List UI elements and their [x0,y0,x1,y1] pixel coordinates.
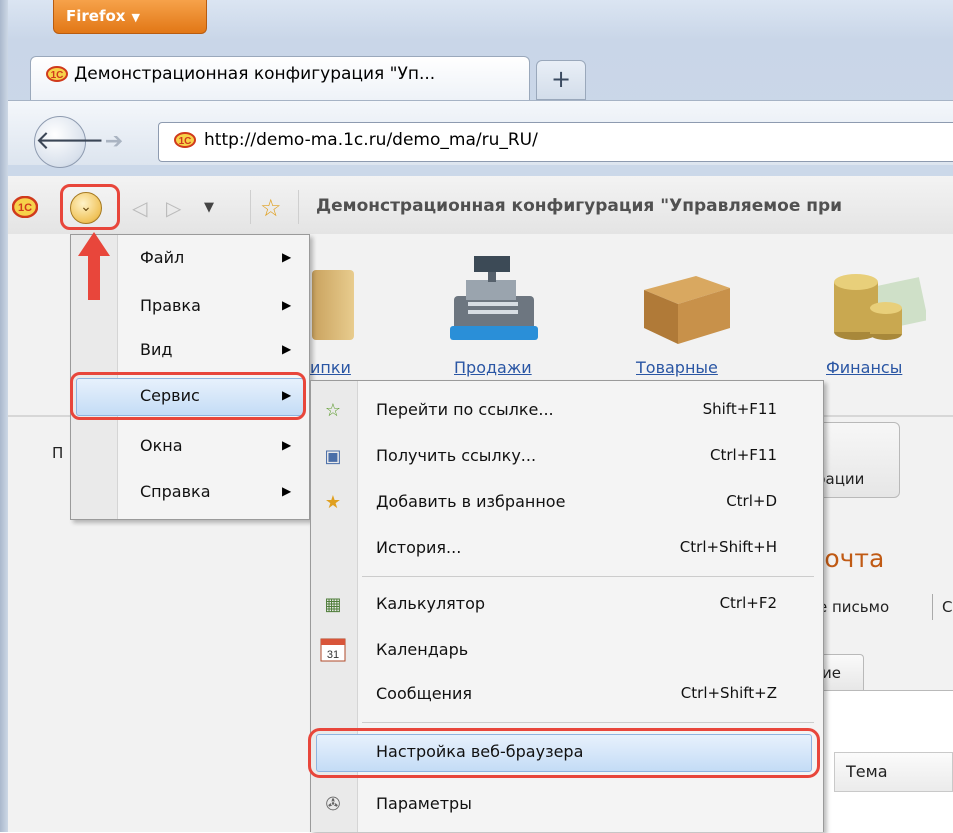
toolbar-separator [250,190,251,224]
tab-title: Демонстрационная конфигурация "Уп... [74,64,436,84]
1c-logo-icon: 1C [12,196,38,218]
submenu-separator [362,576,814,577]
submenu-arrow-icon: ▶ [282,438,292,452]
purchases-section-icon[interactable] [312,270,354,340]
section-link-goods[interactable]: Товарные [636,358,718,377]
side-panel-item[interactable]: П [52,444,63,462]
mail-tab-label: ие [822,664,841,682]
favorites-star-icon[interactable]: ☆ [260,194,282,222]
submenu-item-go-to-link[interactable]: Перейти по ссылке... [376,400,554,419]
main-menu-button[interactable]: ⌄ [70,192,102,224]
submenu-item-add-favorite[interactable]: Добавить в избранное [376,492,565,511]
shortcut-label: Ctrl+D [726,492,777,510]
coins-icon[interactable] [828,262,926,342]
calendar-day: 31 [327,649,339,661]
1c-favicon-icon: 1С [46,66,68,82]
submenu-item-get-link[interactable]: Получить ссылку... [376,446,536,465]
command-separator [932,594,933,620]
menu-item-file[interactable]: Файл [140,248,184,267]
submenu-item-browser-settings[interactable]: Настройка веб-браузера [376,742,583,761]
shortcut-label: Shift+F11 [702,400,777,418]
cash-register-icon[interactable] [444,250,544,346]
submenu-arrow-icon: ▶ [282,250,292,264]
menu-item-help[interactable]: Справка [140,482,211,501]
submenu-arrow-icon: ▶ [282,298,292,312]
shortcut-label: Ctrl+Shift+H [679,538,777,556]
nav-forward-icon[interactable]: ▷ [166,196,181,220]
url-text[interactable]: http://demo-ma.1c.ru/demo_ma/ru_RU/ [204,130,538,150]
annotation-arrow-icon [78,232,110,300]
toolbar-separator [298,190,299,224]
get-link-icon: ▣ [324,446,342,467]
shortcut-label: Ctrl+F11 [710,446,777,464]
nav-back-icon[interactable]: ◁ [132,196,147,220]
shortcut-label: Ctrl+Shift+Z [680,684,777,702]
settings-icon: ✇ [325,794,341,815]
command-button[interactable]: С [942,598,952,616]
firefox-menu-button[interactable]: Firefox ▼ [53,0,207,34]
svg-text:1С: 1С [179,136,192,147]
submenu-arrow-icon: ▶ [282,342,292,356]
section-link-finance[interactable]: Финансы [826,358,902,377]
add-favorite-icon: ★ [324,492,342,513]
menu-item-service[interactable]: Сервис [140,386,200,405]
forward-button[interactable]: ➔ [96,124,132,160]
history-dropdown-icon[interactable]: ▼ [204,200,214,215]
section-link-sales[interactable]: Продажи [454,358,532,377]
submenu-item-calendar[interactable]: Календарь [376,640,468,659]
submenu-item-history[interactable]: История... [376,538,461,557]
window-border [0,0,8,832]
submenu-separator [362,722,814,723]
app-title: Демонстрационная конфигурация "Управляем… [316,196,843,216]
submenu-arrow-icon: ▶ [282,484,292,498]
go-to-link-icon: ☆ [324,400,342,421]
section-link-purchases[interactable]: ипки [310,358,351,377]
submenu-item-parameters[interactable]: Параметры [376,794,472,813]
submenu-item-messages[interactable]: Сообщения [376,684,472,703]
grid-column-label: Тема [846,762,888,781]
submenu-arrow-icon: ▶ [282,388,292,402]
submenu-item-calculator[interactable]: Калькулятор [376,594,485,613]
calculator-icon: ▦ [324,594,342,615]
shortcut-label: Ctrl+F2 [719,594,777,612]
new-tab-button[interactable]: + [536,60,586,100]
box-icon[interactable] [636,270,736,346]
dropdown-arrow-icon: ▼ [131,11,140,24]
menu-item-edit[interactable]: Правка [140,296,201,315]
menu-item-windows[interactable]: Окна [140,436,183,455]
svg-text:1С: 1С [51,70,64,81]
1c-site-icon: 1С [174,132,196,148]
new-letter-button[interactable]: е письмо [818,598,889,616]
calendar-icon: 31 [320,638,346,662]
logo-text: 1C [18,202,32,214]
firefox-menu-label: Firefox [66,7,126,25]
menu-item-view[interactable]: Вид [140,340,172,359]
back-button[interactable]: 🡐 [34,116,105,168]
